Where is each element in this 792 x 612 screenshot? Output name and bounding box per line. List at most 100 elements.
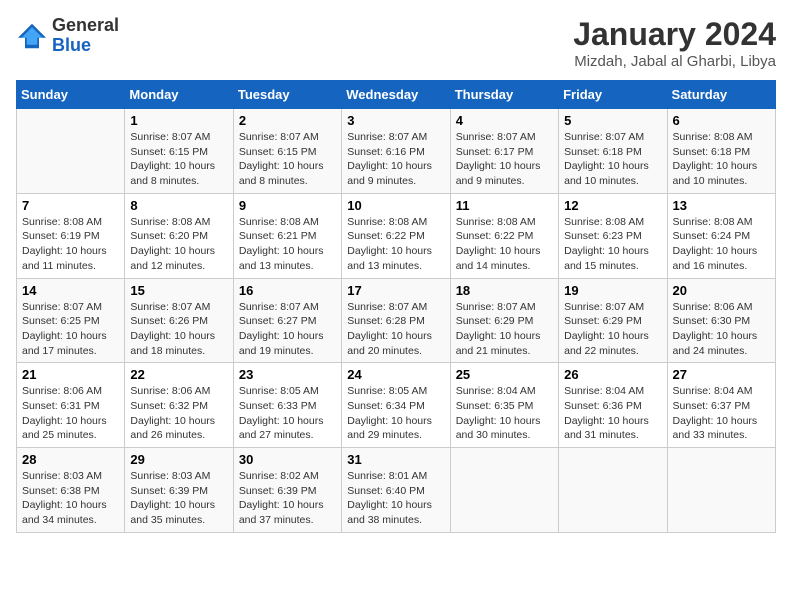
calendar-cell: 26 Sunrise: 8:04 AMSunset: 6:36 PMDaylig… [559, 363, 667, 448]
calendar-cell [450, 448, 558, 533]
day-number: 23 [239, 367, 336, 382]
day-info: Sunrise: 8:07 AMSunset: 6:27 PMDaylight:… [239, 300, 336, 359]
logo-line2: Blue [52, 36, 119, 56]
day-number: 6 [673, 113, 770, 128]
week-row-3: 14 Sunrise: 8:07 AMSunset: 6:25 PMDaylig… [17, 278, 776, 363]
day-number: 13 [673, 198, 770, 213]
calendar-cell: 17 Sunrise: 8:07 AMSunset: 6:28 PMDaylig… [342, 278, 450, 363]
day-number: 18 [456, 283, 553, 298]
day-info: Sunrise: 8:07 AMSunset: 6:25 PMDaylight:… [22, 300, 119, 359]
calendar-cell: 21 Sunrise: 8:06 AMSunset: 6:31 PMDaylig… [17, 363, 125, 448]
day-info: Sunrise: 8:05 AMSunset: 6:34 PMDaylight:… [347, 384, 444, 443]
week-row-2: 7 Sunrise: 8:08 AMSunset: 6:19 PMDayligh… [17, 193, 776, 278]
day-info: Sunrise: 8:07 AMSunset: 6:17 PMDaylight:… [456, 130, 553, 189]
calendar-cell: 8 Sunrise: 8:08 AMSunset: 6:20 PMDayligh… [125, 193, 233, 278]
calendar-cell: 22 Sunrise: 8:06 AMSunset: 6:32 PMDaylig… [125, 363, 233, 448]
day-info: Sunrise: 8:07 AMSunset: 6:29 PMDaylight:… [564, 300, 661, 359]
day-info: Sunrise: 8:05 AMSunset: 6:33 PMDaylight:… [239, 384, 336, 443]
calendar-cell: 20 Sunrise: 8:06 AMSunset: 6:30 PMDaylig… [667, 278, 775, 363]
calendar-cell: 4 Sunrise: 8:07 AMSunset: 6:17 PMDayligh… [450, 109, 558, 194]
col-header-saturday: Saturday [667, 81, 775, 109]
day-info: Sunrise: 8:08 AMSunset: 6:19 PMDaylight:… [22, 215, 119, 274]
calendar-cell: 2 Sunrise: 8:07 AMSunset: 6:15 PMDayligh… [233, 109, 341, 194]
calendar-table: SundayMondayTuesdayWednesdayThursdayFrid… [16, 80, 776, 533]
main-title: January 2024 [573, 16, 776, 53]
day-number: 15 [130, 283, 227, 298]
week-row-1: 1 Sunrise: 8:07 AMSunset: 6:15 PMDayligh… [17, 109, 776, 194]
day-number: 16 [239, 283, 336, 298]
calendar-cell: 14 Sunrise: 8:07 AMSunset: 6:25 PMDaylig… [17, 278, 125, 363]
logo-icon [16, 22, 48, 50]
day-number: 8 [130, 198, 227, 213]
calendar-cell: 5 Sunrise: 8:07 AMSunset: 6:18 PMDayligh… [559, 109, 667, 194]
day-info: Sunrise: 8:06 AMSunset: 6:31 PMDaylight:… [22, 384, 119, 443]
day-info: Sunrise: 8:07 AMSunset: 6:15 PMDaylight:… [130, 130, 227, 189]
day-number: 20 [673, 283, 770, 298]
day-info: Sunrise: 8:03 AMSunset: 6:38 PMDaylight:… [22, 469, 119, 528]
day-number: 19 [564, 283, 661, 298]
day-info: Sunrise: 8:08 AMSunset: 6:21 PMDaylight:… [239, 215, 336, 274]
calendar-cell: 11 Sunrise: 8:08 AMSunset: 6:22 PMDaylig… [450, 193, 558, 278]
day-info: Sunrise: 8:07 AMSunset: 6:18 PMDaylight:… [564, 130, 661, 189]
calendar-cell: 12 Sunrise: 8:08 AMSunset: 6:23 PMDaylig… [559, 193, 667, 278]
day-number: 30 [239, 452, 336, 467]
day-number: 11 [456, 198, 553, 213]
col-header-sunday: Sunday [17, 81, 125, 109]
calendar-cell: 25 Sunrise: 8:04 AMSunset: 6:35 PMDaylig… [450, 363, 558, 448]
week-row-4: 21 Sunrise: 8:06 AMSunset: 6:31 PMDaylig… [17, 363, 776, 448]
day-number: 1 [130, 113, 227, 128]
calendar-cell: 16 Sunrise: 8:07 AMSunset: 6:27 PMDaylig… [233, 278, 341, 363]
page-header: General Blue January 2024 Mizdah, Jabal … [16, 16, 776, 70]
day-info: Sunrise: 8:08 AMSunset: 6:18 PMDaylight:… [673, 130, 770, 189]
calendar-cell: 23 Sunrise: 8:05 AMSunset: 6:33 PMDaylig… [233, 363, 341, 448]
col-header-tuesday: Tuesday [233, 81, 341, 109]
calendar-cell [17, 109, 125, 194]
title-block: January 2024 Mizdah, Jabal al Gharbi, Li… [573, 16, 776, 70]
day-number: 28 [22, 452, 119, 467]
calendar-cell: 10 Sunrise: 8:08 AMSunset: 6:22 PMDaylig… [342, 193, 450, 278]
col-header-wednesday: Wednesday [342, 81, 450, 109]
day-number: 14 [22, 283, 119, 298]
logo: General Blue [16, 16, 119, 56]
calendar-cell: 30 Sunrise: 8:02 AMSunset: 6:39 PMDaylig… [233, 448, 341, 533]
day-number: 31 [347, 452, 444, 467]
day-number: 3 [347, 113, 444, 128]
day-number: 9 [239, 198, 336, 213]
day-info: Sunrise: 8:02 AMSunset: 6:39 PMDaylight:… [239, 469, 336, 528]
col-header-monday: Monday [125, 81, 233, 109]
day-info: Sunrise: 8:08 AMSunset: 6:22 PMDaylight:… [456, 215, 553, 274]
logo-text: General Blue [52, 16, 119, 56]
header-row: SundayMondayTuesdayWednesdayThursdayFrid… [17, 81, 776, 109]
calendar-cell: 9 Sunrise: 8:08 AMSunset: 6:21 PMDayligh… [233, 193, 341, 278]
day-info: Sunrise: 8:08 AMSunset: 6:20 PMDaylight:… [130, 215, 227, 274]
day-number: 17 [347, 283, 444, 298]
day-info: Sunrise: 8:07 AMSunset: 6:15 PMDaylight:… [239, 130, 336, 189]
calendar-cell: 6 Sunrise: 8:08 AMSunset: 6:18 PMDayligh… [667, 109, 775, 194]
calendar-cell [667, 448, 775, 533]
day-number: 29 [130, 452, 227, 467]
day-number: 25 [456, 367, 553, 382]
day-info: Sunrise: 8:08 AMSunset: 6:22 PMDaylight:… [347, 215, 444, 274]
col-header-friday: Friday [559, 81, 667, 109]
day-info: Sunrise: 8:08 AMSunset: 6:24 PMDaylight:… [673, 215, 770, 274]
week-row-5: 28 Sunrise: 8:03 AMSunset: 6:38 PMDaylig… [17, 448, 776, 533]
day-number: 12 [564, 198, 661, 213]
day-number: 4 [456, 113, 553, 128]
day-info: Sunrise: 8:06 AMSunset: 6:30 PMDaylight:… [673, 300, 770, 359]
day-info: Sunrise: 8:06 AMSunset: 6:32 PMDaylight:… [130, 384, 227, 443]
calendar-cell: 29 Sunrise: 8:03 AMSunset: 6:39 PMDaylig… [125, 448, 233, 533]
day-info: Sunrise: 8:07 AMSunset: 6:26 PMDaylight:… [130, 300, 227, 359]
day-number: 26 [564, 367, 661, 382]
calendar-cell: 7 Sunrise: 8:08 AMSunset: 6:19 PMDayligh… [17, 193, 125, 278]
col-header-thursday: Thursday [450, 81, 558, 109]
day-info: Sunrise: 8:07 AMSunset: 6:16 PMDaylight:… [347, 130, 444, 189]
day-info: Sunrise: 8:03 AMSunset: 6:39 PMDaylight:… [130, 469, 227, 528]
calendar-cell: 27 Sunrise: 8:04 AMSunset: 6:37 PMDaylig… [667, 363, 775, 448]
day-number: 7 [22, 198, 119, 213]
calendar-cell: 15 Sunrise: 8:07 AMSunset: 6:26 PMDaylig… [125, 278, 233, 363]
calendar-cell: 28 Sunrise: 8:03 AMSunset: 6:38 PMDaylig… [17, 448, 125, 533]
subtitle: Mizdah, Jabal al Gharbi, Libya [573, 53, 776, 70]
calendar-cell: 3 Sunrise: 8:07 AMSunset: 6:16 PMDayligh… [342, 109, 450, 194]
calendar-cell: 31 Sunrise: 8:01 AMSunset: 6:40 PMDaylig… [342, 448, 450, 533]
day-number: 27 [673, 367, 770, 382]
